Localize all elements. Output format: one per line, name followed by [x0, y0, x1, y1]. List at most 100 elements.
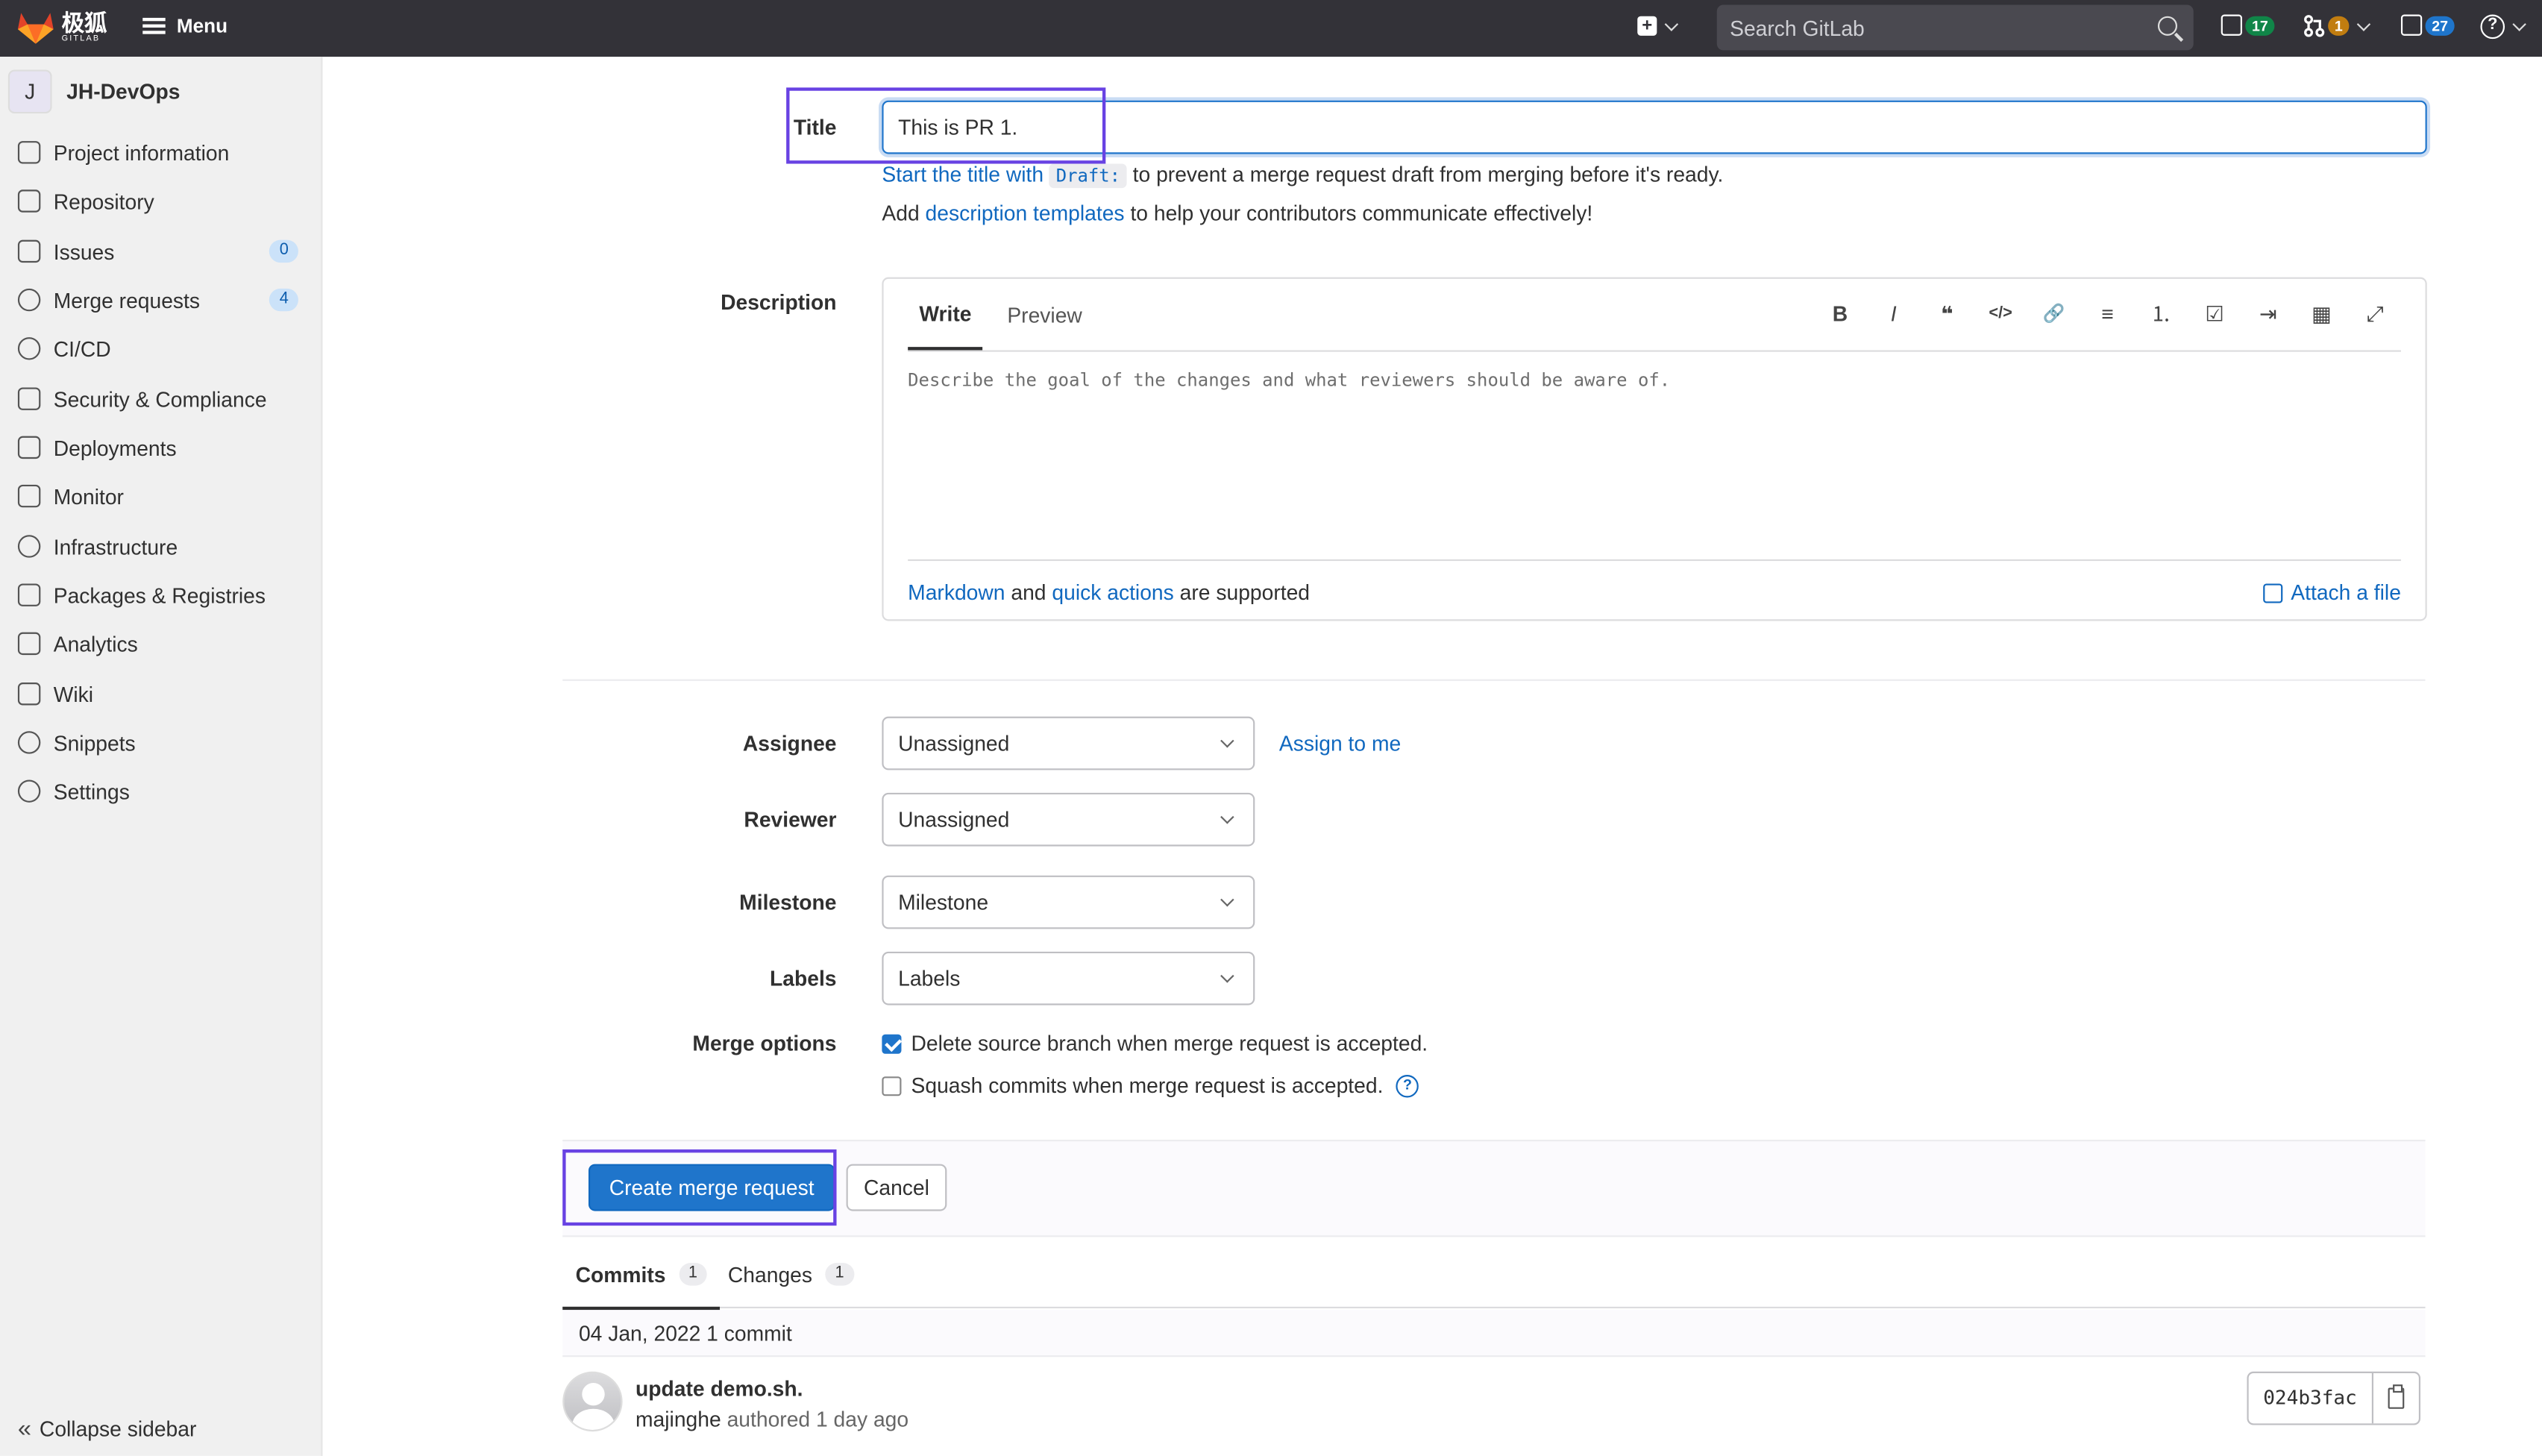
avatar[interactable] [562, 1371, 623, 1432]
attach-file-label: Attach a file [2291, 580, 2401, 605]
help-icon[interactable]: ? [1396, 1073, 1419, 1097]
squash-option[interactable]: Squash commits when merge request is acc… [882, 1073, 1419, 1098]
sidebar-item-label: Infrastructure [53, 534, 178, 559]
milestone-select[interactable]: Milestone [882, 875, 1255, 929]
sidebar-item-monitor[interactable]: Monitor [0, 471, 323, 520]
title-input[interactable] [882, 100, 2427, 154]
labels-value: Labels [898, 966, 961, 991]
sidebar-item-label: Monitor [53, 483, 124, 509]
sidebar-item-wiki[interactable]: Wiki [0, 670, 323, 718]
labels-select[interactable]: Labels [882, 951, 1255, 1005]
sidebar-item-packages[interactable]: Packages & Registries [0, 571, 323, 619]
markdown-support-text: Markdown and quick actions are supported [908, 580, 1310, 605]
issues-count-badge: 17 [2245, 15, 2275, 35]
sidebar-item-analytics[interactable]: Analytics [0, 619, 323, 668]
sidebar-item-issues[interactable]: Issues 0 [0, 227, 323, 275]
project-icon [17, 141, 41, 164]
search-box[interactable] [1716, 4, 2194, 51]
collapse-sidebar-button[interactable]: « Collapse sidebar [18, 1415, 196, 1443]
task-list-icon[interactable]: ☑ [2200, 301, 2229, 327]
collapse-sidebar-label: Collapse sidebar [39, 1416, 197, 1442]
bold-icon[interactable]: B [1825, 301, 1854, 327]
assignee-label: Assignee [742, 731, 837, 756]
tab-preview[interactable]: Preview [1007, 302, 1082, 327]
sidebar-item-label: Merge requests [53, 287, 201, 313]
commit-authored-text: authored 1 day ago [726, 1407, 909, 1432]
sidebar-item-snippets[interactable]: Snippets [0, 718, 323, 767]
squash-text: Squash commits when merge request is acc… [911, 1073, 1384, 1098]
fullscreen-icon[interactable]: ⤢ [2361, 301, 2390, 327]
tab-write[interactable]: Write [908, 279, 984, 351]
assign-to-me-link[interactable]: Assign to me [1279, 731, 1401, 756]
bullet-list-icon[interactable]: ≡ [2093, 301, 2122, 327]
assignee-value: Unassigned [898, 731, 1010, 756]
commit-author-link[interactable]: majinghe [636, 1408, 721, 1432]
reviewer-select[interactable]: Unassigned [882, 792, 1255, 847]
logo-text: 极狐 [61, 10, 107, 36]
numbered-list-icon[interactable]: ⒈ [2147, 301, 2176, 327]
description-textarea[interactable] [908, 369, 2391, 548]
quote-icon[interactable]: ❝ [1933, 301, 1962, 327]
divider [908, 559, 2401, 562]
commit-title-link[interactable]: update demo.sh. [636, 1376, 803, 1401]
tab-commits[interactable]: Commits 1 [562, 1240, 721, 1311]
search-input[interactable] [1716, 4, 2194, 51]
sidebar-item-repository[interactable]: Repository [0, 177, 323, 225]
quick-actions-link[interactable]: quick actions [1052, 580, 1173, 605]
mr-count-badge: 1 [2328, 16, 2350, 36]
link-icon[interactable]: 🔗 [2039, 301, 2068, 327]
menu-button[interactable]: Menu [142, 15, 227, 37]
cloud-icon [17, 535, 41, 558]
package-icon [17, 583, 41, 606]
create-button-highlight-box [562, 1149, 837, 1226]
merge-requests-shortcut[interactable]: 1 [2304, 15, 2371, 37]
divider [562, 679, 2426, 681]
draft-help-rest: to prevent a merge request draft from me… [1132, 162, 1724, 186]
sidebar-item-security[interactable]: Security & Compliance [0, 374, 323, 423]
merge-options-label: Merge options [692, 1031, 837, 1055]
draft-help-link[interactable]: Start the title with [882, 162, 1044, 186]
tab-changes[interactable]: Changes 1 [715, 1240, 867, 1308]
fox-logo-icon [17, 13, 54, 44]
copy-icon[interactable] [2373, 1373, 2419, 1423]
sidebar-item-cicd[interactable]: CI/CD [0, 324, 323, 373]
supported-text: are supported [1179, 580, 1311, 605]
todos-shortcut[interactable]: 27 [2400, 14, 2455, 36]
sidebar-item-label: CI/CD [53, 336, 111, 361]
chevron-down-icon [1664, 16, 1679, 31]
sidebar-item-settings[interactable]: Settings [0, 767, 323, 815]
squash-checkbox[interactable] [882, 1076, 902, 1096]
sidebar-item-label: Deployments [53, 435, 177, 460]
attach-file-button[interactable]: Attach a file [2263, 580, 2401, 605]
chevron-down-icon [2512, 17, 2526, 31]
milestone-value: Milestone [898, 890, 989, 914]
help-dropdown[interactable]: ? [2480, 14, 2526, 40]
new-dropdown-button[interactable]: + [1637, 16, 1679, 36]
table-icon[interactable]: ▦ [2307, 301, 2336, 327]
sidebar-item-deployments[interactable]: Deployments [0, 423, 323, 471]
sidebar-item-merge-requests[interactable]: Merge requests 4 [0, 275, 323, 324]
description-templates-link[interactable]: description templates [926, 201, 1125, 226]
rocket-icon [17, 337, 41, 360]
code-icon[interactable]: </> [1986, 301, 2015, 327]
issues-shortcut[interactable]: 17 [2221, 14, 2275, 36]
cancel-button[interactable]: Cancel [846, 1164, 947, 1211]
italic-icon[interactable]: I [1879, 301, 1908, 327]
sidebar-item-project-information[interactable]: Project information [0, 128, 323, 177]
merge-request-icon [17, 288, 41, 312]
repository-icon [17, 189, 41, 213]
sidebar-item-label: Repository [53, 189, 154, 213]
markdown-toolbar: B I ❝ </> 🔗 ≡ ⒈ ☑ ⇥ ▦ ⤢ [1825, 301, 2389, 327]
sidebar-item-infrastructure[interactable]: Infrastructure [0, 522, 323, 571]
draft-code[interactable]: Draft: [1049, 163, 1127, 189]
markdown-link[interactable]: Markdown [908, 580, 1005, 605]
assignee-select[interactable]: Unassigned [882, 716, 1255, 771]
commit-sha-link[interactable]: 024b3fac [2249, 1372, 2373, 1424]
sidebar-project[interactable]: J JH-DevOps [7, 69, 180, 114]
delete-branch-checkbox[interactable] [882, 1033, 902, 1053]
collapsible-section-icon[interactable]: ⇥ [2253, 301, 2282, 327]
labels-label: Labels [770, 966, 837, 991]
gitlab-logo[interactable]: 极狐 GITLAB [16, 10, 107, 46]
delete-branch-option[interactable]: Delete source branch when merge request … [882, 1031, 1428, 1055]
tab-commits-label: Commits [575, 1262, 666, 1287]
